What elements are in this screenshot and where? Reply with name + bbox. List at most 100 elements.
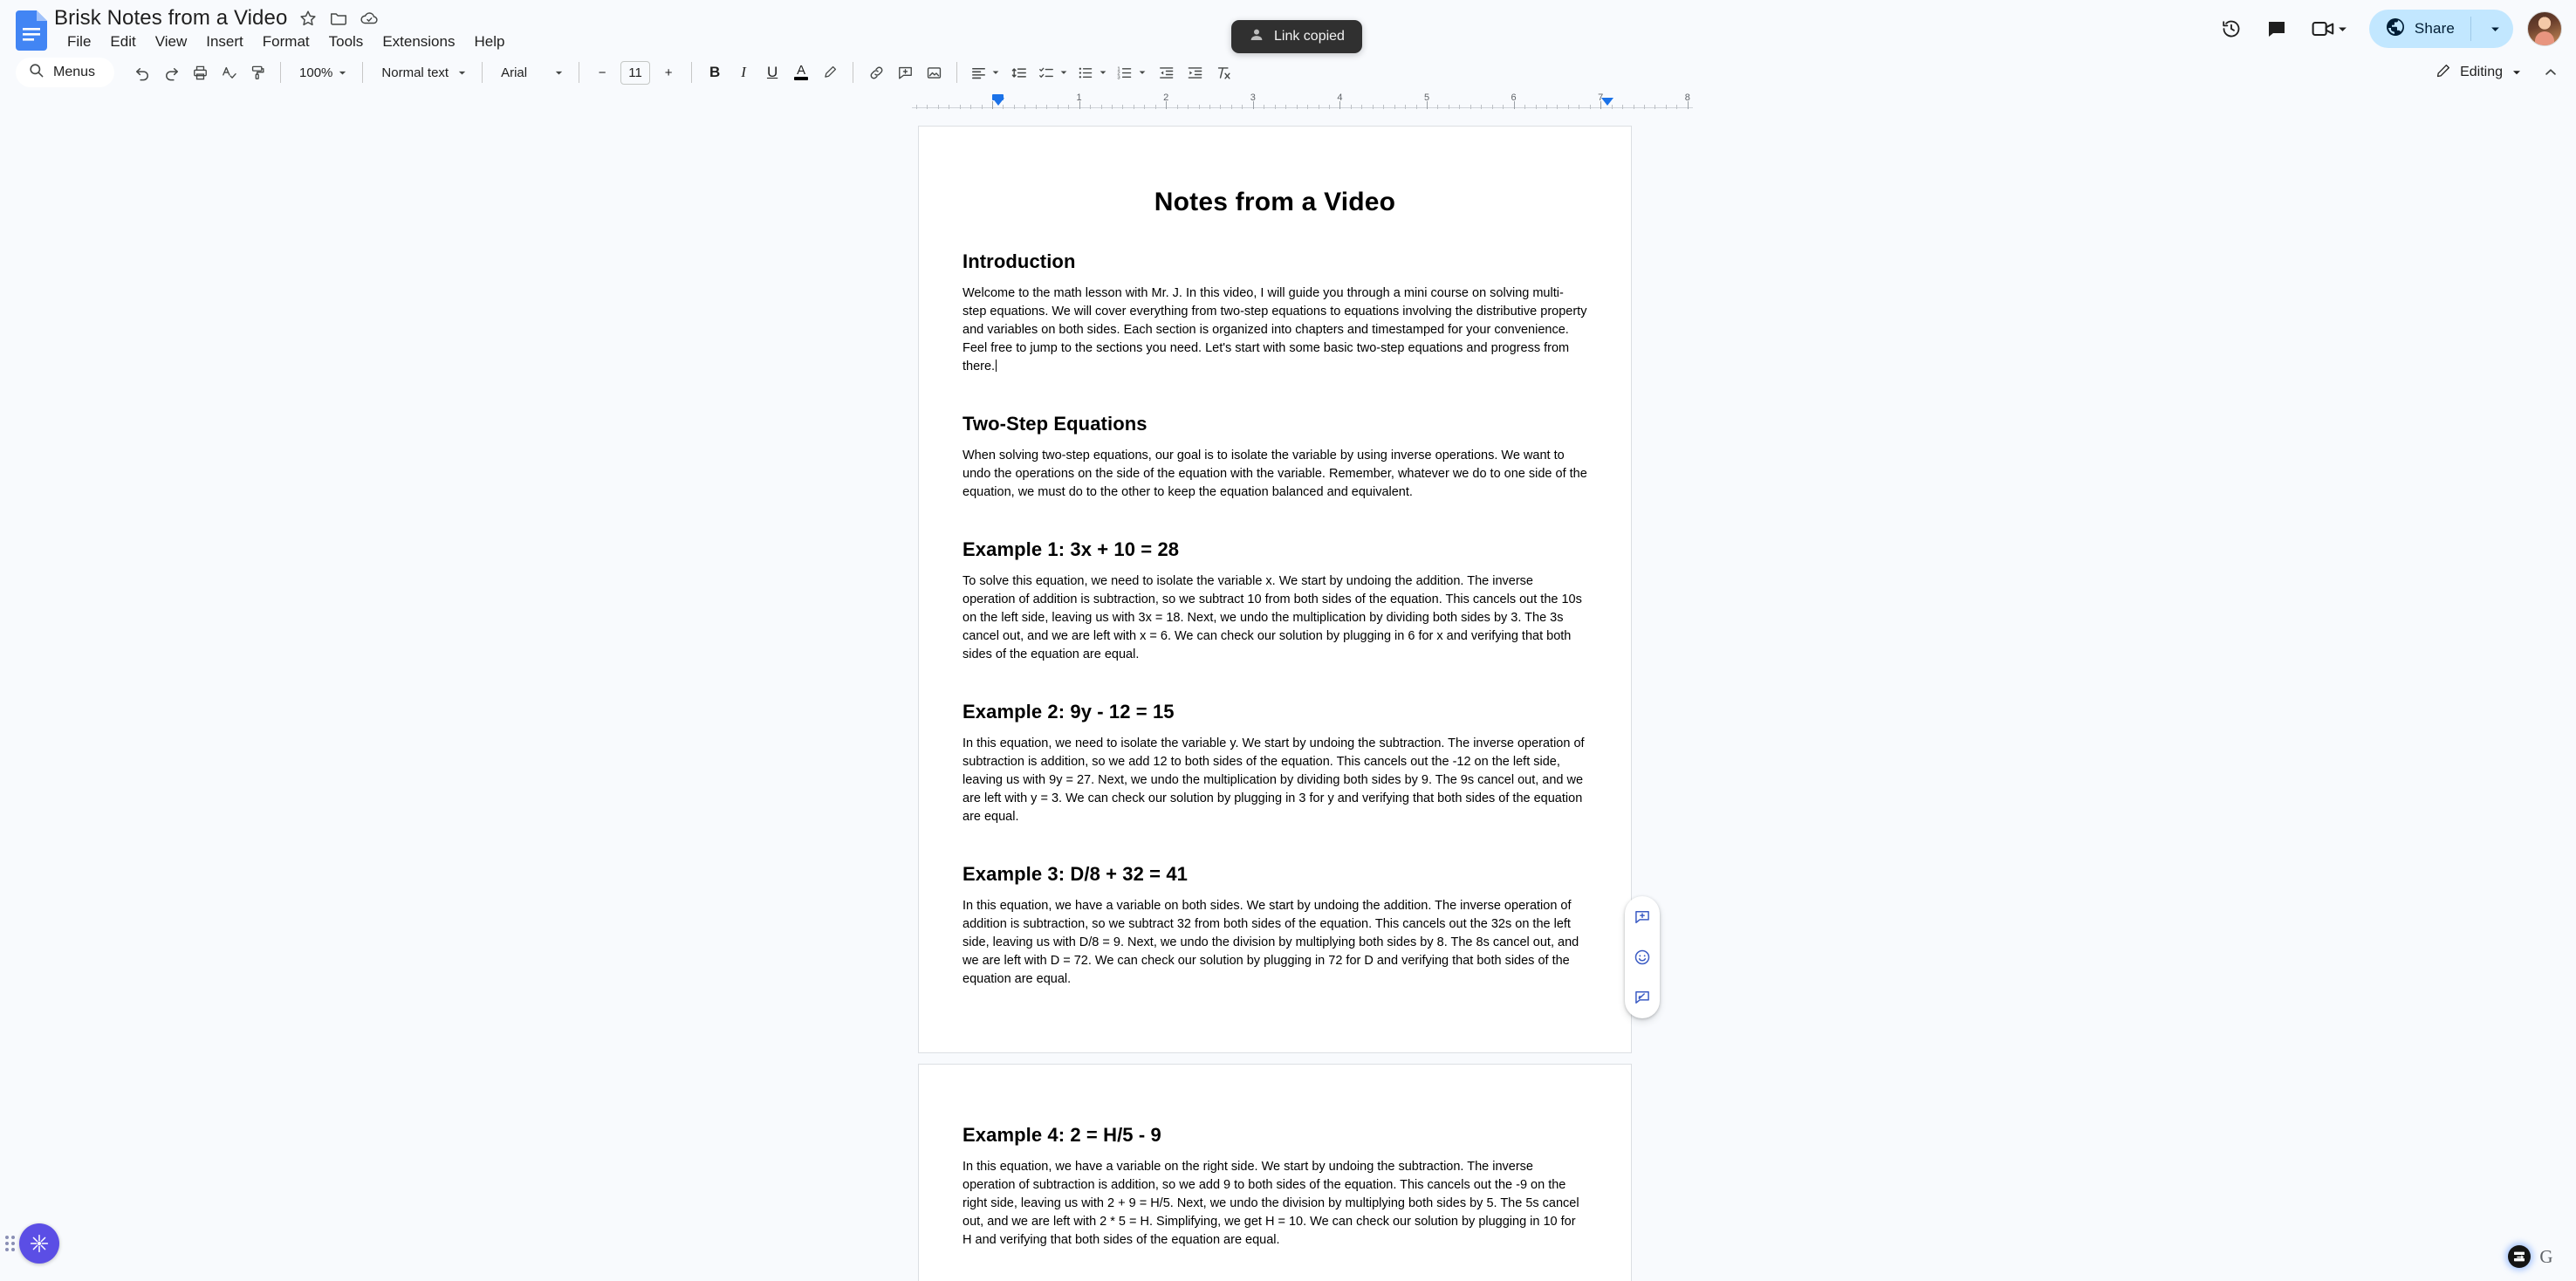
clear-formatting-button[interactable] [1210, 59, 1237, 86]
chevron-down-icon [1100, 71, 1106, 74]
share-dropdown-caret[interactable] [2482, 24, 2508, 35]
highlight-color-button[interactable] [817, 59, 843, 86]
zoom-value: 100% [299, 65, 333, 80]
ruler-tick [1481, 105, 1483, 109]
align-button[interactable] [967, 59, 1004, 86]
meet-button[interactable] [2303, 10, 2357, 48]
menu-format[interactable]: Format [253, 31, 319, 52]
text-color-button[interactable]: A [788, 59, 814, 86]
increase-font-size-button[interactable]: + [655, 59, 682, 86]
google-docs-logo[interactable] [16, 10, 47, 51]
italic-button[interactable]: I [730, 59, 757, 86]
menu-edit[interactable]: Edit [100, 31, 145, 52]
editing-mode-button[interactable]: Editing [2422, 58, 2529, 87]
text-color-label: A [797, 63, 806, 78]
ruler-tick [1176, 105, 1178, 109]
ruler-tick [1611, 105, 1613, 109]
section-body-introduction: Welcome to the math lesson with Mr. J. I… [963, 286, 1587, 374]
bulleted-list-button[interactable] [1074, 59, 1111, 86]
ruler-tick [1665, 105, 1667, 109]
menu-file[interactable]: File [58, 31, 100, 52]
ruler-tick [1068, 105, 1070, 109]
print-button[interactable] [187, 59, 213, 86]
numbered-list-button[interactable]: 1 2 3 [1113, 59, 1150, 86]
add-comment-button[interactable] [892, 59, 918, 86]
chevron-down-icon [992, 71, 999, 74]
line-spacing-button[interactable] [1006, 59, 1032, 86]
comment-history-button[interactable] [2257, 10, 2296, 48]
increase-indent-button[interactable] [1182, 59, 1208, 86]
document-title[interactable]: Brisk Notes from a Video [54, 6, 287, 31]
star-icon[interactable] [298, 9, 318, 28]
ruler-tick [1567, 105, 1569, 109]
menu-insert[interactable]: Insert [196, 31, 253, 52]
ruler-tick [1154, 105, 1156, 109]
menu-extensions[interactable]: Extensions [373, 31, 464, 52]
section-heading-example-2: Example 2: 9y - 12 = 15 [963, 701, 1175, 723]
decrease-indent-button[interactable] [1153, 59, 1179, 86]
collapse-toolbar-button[interactable] [2536, 58, 2566, 87]
document-canvas[interactable]: Notes from a Video Introduction Welcome … [0, 113, 2576, 1281]
insert-image-icon [927, 66, 941, 79]
bold-button[interactable]: B [702, 59, 728, 86]
ruler-number: 3 [1250, 92, 1256, 103]
ruler-tick [1557, 105, 1559, 109]
ruler-number: 7 [1598, 92, 1604, 103]
paragraph-style-select[interactable]: Normal text [373, 59, 472, 86]
ruler-number: 4 [1337, 92, 1343, 103]
undo-button[interactable] [129, 59, 155, 86]
menu-help[interactable]: Help [464, 31, 514, 52]
ruler-tick [981, 105, 983, 109]
add-emoji-reaction-button[interactable] [1628, 943, 1656, 971]
document-page-1[interactable]: Notes from a Video Introduction Welcome … [918, 126, 1632, 1053]
move-to-folder-icon[interactable] [329, 9, 348, 28]
decrease-font-size-label: − [598, 65, 606, 80]
chevron-down-icon [2339, 27, 2347, 31]
paint-format-button[interactable] [244, 59, 271, 86]
brisk-assistant-button[interactable] [19, 1223, 59, 1264]
bulleted-list-icon [1079, 67, 1093, 78]
ruler-number: 8 [1684, 92, 1690, 103]
bold-label: B [709, 64, 721, 80]
section-body-two-step-equations: When solving two-step equations, our goa… [963, 449, 1587, 500]
suggest-edits-button[interactable] [1628, 983, 1656, 1011]
add-comment-button[interactable] [1628, 903, 1656, 931]
insert-image-button[interactable] [921, 59, 947, 86]
horizontal-ruler[interactable]: 1 2 3 4 5 6 7 8 [0, 92, 2576, 113]
ruler-number: 2 [1163, 92, 1169, 103]
suggest-edit-icon [1635, 991, 1649, 1004]
drag-handle-grip[interactable] [5, 1236, 15, 1251]
section-heading-example-3: Example 3: D/8 + 32 = 41 [963, 863, 1188, 886]
redo-button[interactable] [158, 59, 184, 86]
ruler-tick [1350, 105, 1352, 109]
increase-indent-icon [1188, 66, 1202, 79]
share-button[interactable]: Share [2368, 10, 2513, 48]
menu-tools[interactable]: Tools [319, 31, 373, 52]
section-body-example-2: In this equation, we need to isolate the… [963, 736, 1585, 825]
chevron-down-icon [2513, 71, 2520, 75]
extension-icon[interactable] [2508, 1245, 2531, 1268]
menu-view[interactable]: View [146, 31, 197, 52]
underline-button[interactable]: U [759, 59, 785, 86]
toolbar-divider [482, 62, 483, 83]
ruler-tick [1545, 105, 1547, 109]
menus-search-button[interactable]: Menus [16, 58, 115, 87]
cloud-saved-icon[interactable] [360, 9, 379, 28]
zoom-select[interactable]: 100% [291, 59, 353, 86]
share-divider [2470, 17, 2471, 41]
browser-extension-icons: G [2508, 1245, 2558, 1268]
font-size-input[interactable]: 11 [620, 60, 651, 85]
font-family-select[interactable]: Arial [492, 59, 569, 86]
document-page-2[interactable]: Example 4: 2 = H/5 - 9 In this equation,… [918, 1064, 1632, 1281]
decrease-font-size-button[interactable]: − [589, 59, 615, 86]
ruler-tick [1535, 105, 1537, 109]
checklist-button[interactable] [1035, 59, 1072, 86]
version-history-button[interactable] [2212, 10, 2251, 48]
ruler-tick [1296, 105, 1298, 109]
grammarly-extension-icon[interactable]: G [2535, 1245, 2558, 1268]
insert-link-button[interactable] [863, 59, 889, 86]
spellcheck-button[interactable] [216, 59, 242, 86]
user-avatar[interactable] [2527, 11, 2562, 46]
chevron-down-icon [1060, 71, 1067, 74]
ruler-tick [1470, 105, 1471, 109]
